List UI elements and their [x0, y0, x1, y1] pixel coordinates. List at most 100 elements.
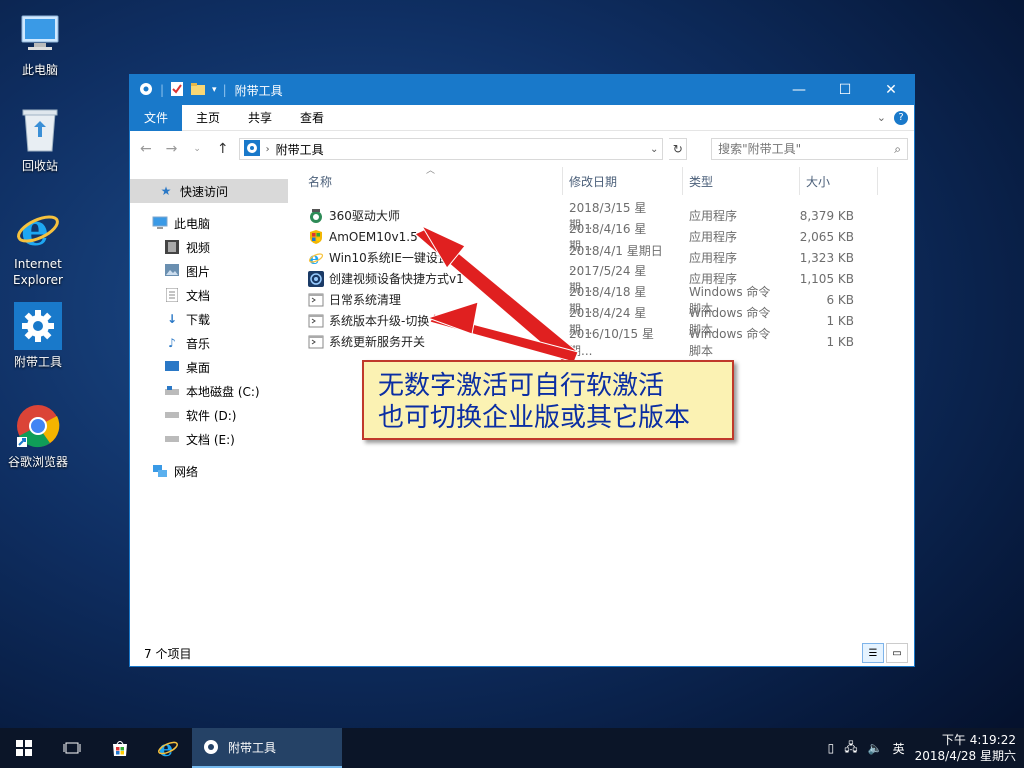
video-device-icon [308, 270, 324, 287]
computer-icon [152, 215, 168, 231]
network-icon [152, 463, 168, 479]
tab-file[interactable]: 文件 [130, 104, 183, 131]
up-button[interactable]: ↑ [213, 141, 233, 157]
store-icon [113, 741, 127, 756]
clock-date: 2018/4/28 星期六 [914, 749, 1016, 763]
script-icon [308, 313, 324, 329]
clock-time: 下午 4:19:22 [941, 733, 1016, 747]
chrome-icon [14, 402, 62, 450]
file-size: 1 KB [826, 334, 854, 349]
nav-desktop[interactable]: 桌面 [130, 355, 288, 379]
volume-icon[interactable]: 🔈 [868, 741, 883, 755]
nav-drive-d[interactable]: 软件 (D:) [130, 403, 288, 427]
nav-documents[interactable]: 文档 [130, 283, 288, 307]
back-button[interactable]: ← [136, 141, 156, 157]
nav-label: 文档 (E:) [186, 432, 235, 447]
search-input[interactable] [718, 142, 879, 156]
expand-ribbon-icon[interactable]: ⌄ [877, 111, 886, 124]
close-button[interactable]: ✕ [868, 75, 914, 105]
task-view-icon [63, 742, 81, 754]
nav-this-pc[interactable]: 此电脑 [130, 211, 288, 235]
file-type: 应用程序 [689, 230, 738, 244]
nav-music[interactable]: ♪ 音乐 [130, 331, 288, 355]
large-icons-view-button[interactable]: ▭ [886, 643, 908, 663]
desktop-icon-internet-explorer[interactable]: e Internet Explorer [0, 204, 76, 288]
file-name: AmOEM10v1.5 [329, 229, 418, 244]
chevron-down-icon[interactable]: ⌄ [650, 144, 658, 155]
drive-icon [164, 407, 180, 423]
driver-icon [308, 208, 324, 224]
file-type: 应用程序 [689, 209, 738, 223]
task-view-button[interactable] [48, 728, 96, 768]
nav-label: 文档 [186, 288, 211, 303]
status-bar: 7 个项目 ☰ ▭ [130, 640, 914, 666]
gear-icon[interactable] [138, 81, 154, 100]
taskbar-app-label: 附带工具 [228, 740, 277, 755]
documents-folder-icon [164, 287, 180, 303]
tab-view[interactable]: 查看 [286, 105, 338, 131]
column-date[interactable]: 修改日期 [563, 167, 683, 195]
column-type[interactable]: 类型 [683, 167, 800, 195]
pictures-folder-icon [164, 263, 180, 279]
desktop-icon-recycle-bin[interactable]: 回收站 [2, 106, 78, 174]
desktop-icon-label: 此电脑 [21, 63, 58, 77]
start-button[interactable] [0, 728, 48, 768]
star-icon: ★ [160, 184, 172, 198]
details-view-button[interactable]: ☰ [862, 643, 884, 663]
network-icon[interactable]: 🖧 [844, 738, 857, 759]
store-button[interactable] [96, 728, 144, 768]
tab-home[interactable]: 主页 [182, 105, 234, 131]
separator: | [160, 83, 165, 97]
ime-indicator[interactable]: 英 [893, 740, 905, 757]
nav-downloads[interactable]: ↓ 下载 [130, 307, 288, 331]
properties-icon[interactable] [170, 81, 184, 100]
maximize-button[interactable]: ☐ [822, 75, 868, 105]
desktop-icon-chrome[interactable]: 谷歌浏览器 [0, 402, 76, 470]
nav-label: 软件 (D:) [186, 408, 237, 423]
nav-drive-c[interactable]: 本地磁盘 (C:) [130, 379, 288, 403]
nav-network[interactable]: 网络 [130, 459, 288, 483]
ie-icon: e [14, 204, 62, 252]
script-icon [308, 292, 324, 308]
ie-taskbar-button[interactable]: e [144, 728, 192, 768]
window-title: 附带工具 [234, 83, 283, 98]
file-type: 应用程序 [689, 251, 738, 265]
drive-icon [164, 431, 180, 447]
recent-dropdown[interactable]: ⌄ [187, 144, 207, 154]
usb-icon[interactable]: ▯ [828, 741, 835, 755]
recycle-bin-icon [16, 106, 64, 154]
sort-ascending-icon: ︿ [426, 166, 436, 176]
clock[interactable]: 下午 4:19:22 2018/4/28 星期六 [915, 732, 1016, 764]
chevron-down-icon[interactable]: ▾ [212, 85, 217, 95]
nav-label: 视频 [186, 240, 211, 255]
nav-label: 音乐 [186, 336, 211, 351]
desktop-icon-tools[interactable]: 附带工具 [0, 302, 76, 370]
gear-icon [243, 139, 260, 159]
file-type: Windows 命令脚本 [689, 326, 771, 358]
forward-button[interactable]: → [162, 141, 182, 157]
desktop-icon-this-pc[interactable]: 此电脑 [2, 10, 78, 78]
tab-share[interactable]: 共享 [234, 105, 286, 131]
desktop-icon-label: 谷歌浏览器 [7, 455, 68, 469]
desktop-icon-label: 附带工具 [13, 355, 62, 369]
breadcrumb[interactable]: 附带工具 [276, 141, 324, 158]
minimize-button[interactable]: — [776, 75, 822, 105]
nav-label: 快速访问 [180, 184, 229, 199]
nav-label: 桌面 [186, 360, 211, 375]
nav-drive-e[interactable]: 文档 (E:) [130, 427, 288, 451]
help-icon[interactable]: ? [894, 110, 908, 125]
file-row[interactable]: 系统更新服务开关 2016/10/15 星期... Windows 命令脚本 1… [290, 327, 914, 358]
windows-shield-icon [308, 229, 324, 245]
nav-quick-access[interactable]: ★ 快速访问 [130, 179, 288, 203]
address-bar[interactable]: › 附带工具 ⌄ [238, 138, 664, 160]
new-folder-icon[interactable] [190, 82, 206, 99]
ie-icon: e [308, 250, 324, 266]
nav-videos[interactable]: 视频 [130, 235, 288, 259]
taskbar-app-tools[interactable]: 附带工具 [192, 728, 342, 768]
file-size: 6 KB [826, 292, 854, 307]
refresh-button[interactable]: ↻ [669, 138, 688, 160]
column-size[interactable]: 大小 [800, 167, 878, 195]
annotation-callout: 无数字激活可自行软激活 也可切换企业版或其它版本 [362, 360, 734, 440]
nav-pictures[interactable]: 图片 [130, 259, 288, 283]
file-name: 360驱动大师 [329, 209, 400, 223]
